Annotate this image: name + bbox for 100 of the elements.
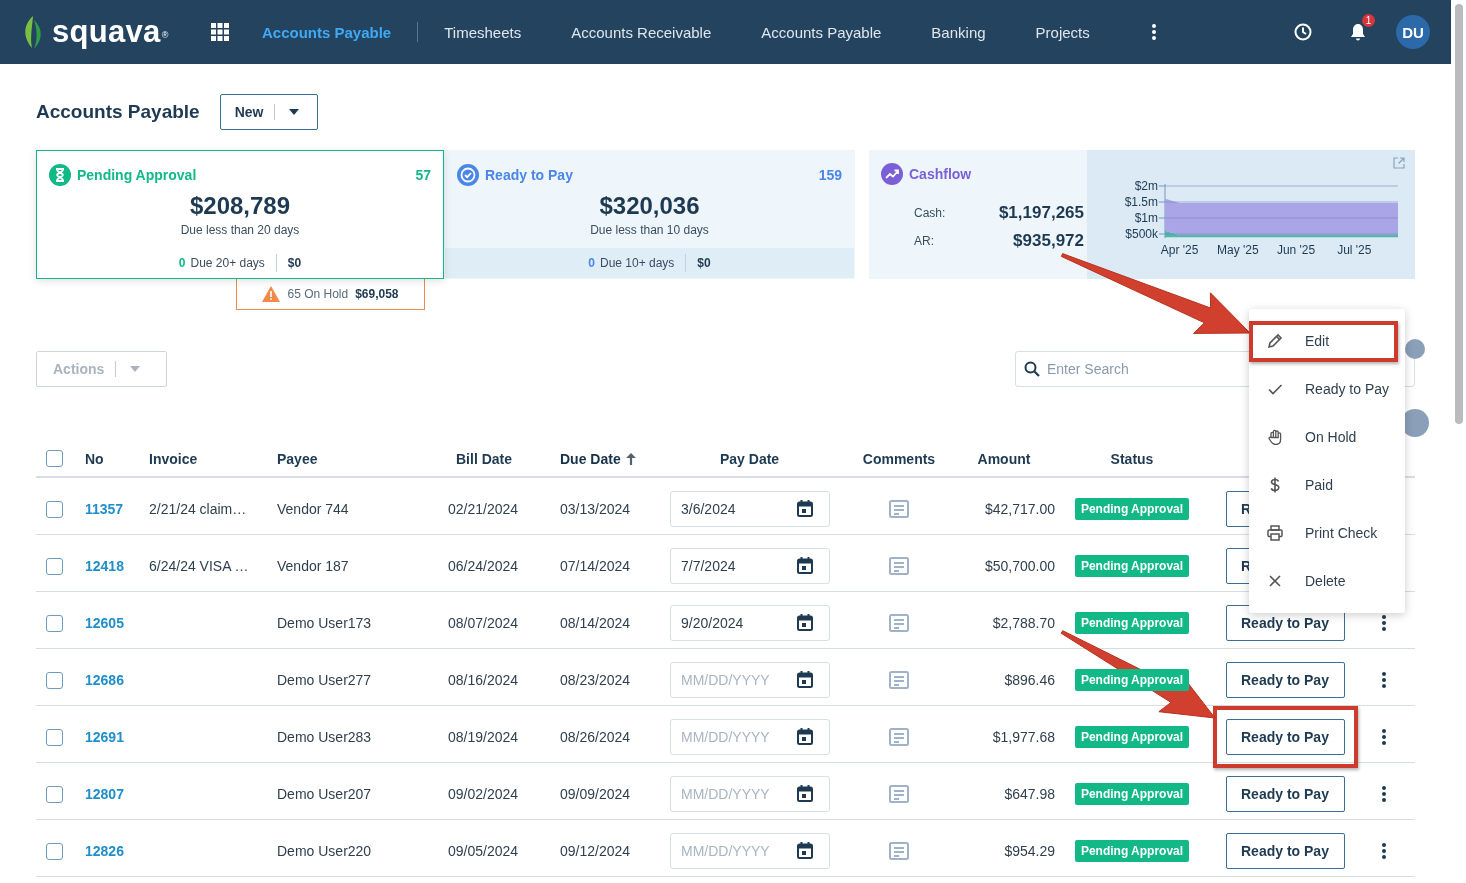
more-options-icon[interactable] bbox=[1382, 672, 1386, 688]
calendar-icon[interactable] bbox=[797, 842, 813, 859]
bill-number-link[interactable]: 12605 bbox=[85, 615, 124, 631]
due-date: 09/12/2024 bbox=[560, 843, 631, 859]
external-link-icon[interactable] bbox=[1393, 157, 1405, 169]
column-header[interactable]: Bill Date bbox=[456, 450, 512, 467]
payee-name: Demo User207 bbox=[277, 786, 372, 802]
bell-icon[interactable] bbox=[1350, 23, 1366, 41]
more-options-icon[interactable] bbox=[1382, 786, 1386, 802]
on-hold-bar[interactable]: 65 On Hold $69,058 bbox=[236, 279, 425, 310]
column-header[interactable]: Comments bbox=[862, 450, 936, 467]
comment-note-icon[interactable] bbox=[889, 728, 909, 746]
nav-tab[interactable]: Projects bbox=[1035, 23, 1090, 41]
checkbox[interactable] bbox=[46, 728, 63, 746]
nav-tab[interactable]: Timesheets bbox=[444, 23, 522, 41]
nav-tab[interactable]: Accounts Payable bbox=[262, 23, 392, 41]
checkbox[interactable] bbox=[46, 450, 63, 467]
scrollbar[interactable] bbox=[1455, 4, 1463, 424]
nav-tab[interactable]: Accounts Receivable bbox=[571, 23, 712, 41]
checkbox[interactable] bbox=[46, 671, 63, 689]
column-header[interactable]: Invoice bbox=[149, 450, 198, 467]
apps-grid-icon[interactable] bbox=[211, 23, 229, 41]
axis-tick-label: Jun '25 bbox=[1276, 243, 1316, 258]
axis-tick-label: $2m bbox=[1134, 179, 1158, 193]
column-header[interactable]: Payee bbox=[277, 450, 318, 467]
ready-to-pay-button[interactable]: Ready to Pay bbox=[1226, 776, 1345, 812]
amount: $954.29 bbox=[1004, 843, 1055, 859]
menu-item[interactable]: Delete bbox=[1249, 557, 1405, 605]
calendar-icon[interactable] bbox=[797, 557, 813, 574]
axis-tick-label: $1.5m bbox=[1124, 195, 1158, 209]
nav-tab[interactable]: Accounts Payable bbox=[761, 23, 882, 41]
axis-tick-label: $500k bbox=[1125, 227, 1158, 241]
bill-number-link[interactable]: 12418 bbox=[85, 558, 124, 574]
notification-badge: 1 bbox=[1362, 14, 1375, 27]
date-field[interactable]: 9/20/2024 bbox=[670, 605, 830, 641]
bill-number-link[interactable]: 12826 bbox=[85, 843, 124, 859]
comment-note-icon[interactable] bbox=[889, 557, 909, 575]
comment-note-icon[interactable] bbox=[889, 785, 909, 803]
comment-note-icon[interactable] bbox=[889, 500, 909, 518]
summary-card[interactable]: Pending Approval 57 $208,789 Due less than 20 days 0 Due 20+ days $0 bbox=[36, 150, 444, 279]
date-field[interactable]: MM/DD/YYYY bbox=[670, 719, 830, 755]
comment-note-icon[interactable] bbox=[889, 671, 909, 689]
nav-tab[interactable]: Banking bbox=[931, 23, 986, 41]
checkbox[interactable] bbox=[46, 842, 63, 860]
ready-to-pay-button[interactable]: Ready to Pay bbox=[1226, 833, 1345, 869]
comment-note-icon[interactable] bbox=[889, 614, 909, 632]
checkbox[interactable] bbox=[46, 500, 63, 518]
new-button[interactable]: New bbox=[219, 94, 318, 130]
calendar-icon[interactable] bbox=[797, 728, 813, 745]
invoice-text: 2/21/24 claim… bbox=[149, 501, 247, 517]
calendar-icon[interactable] bbox=[797, 614, 813, 631]
menu-item[interactable]: On Hold bbox=[1249, 413, 1405, 461]
more-options-icon[interactable] bbox=[1382, 843, 1386, 859]
card-title: Ready to Pay bbox=[485, 167, 573, 183]
sort-arrow-icon[interactable] bbox=[625, 452, 636, 465]
more-options-icon[interactable] bbox=[1382, 615, 1386, 631]
date-field[interactable]: MM/DD/YYYY bbox=[670, 833, 830, 869]
calendar-icon[interactable] bbox=[797, 785, 813, 802]
page-title: Accounts Payable bbox=[36, 101, 200, 123]
due-date: 08/14/2024 bbox=[560, 615, 631, 631]
calendar-icon[interactable] bbox=[797, 671, 813, 688]
status-badge: Pending Approval bbox=[1074, 498, 1190, 520]
calendar-icon[interactable] bbox=[797, 500, 813, 517]
date-field[interactable]: 3/6/2024 bbox=[670, 491, 830, 527]
checkbox[interactable] bbox=[46, 614, 63, 632]
menu-item[interactable]: Print Check bbox=[1249, 509, 1405, 557]
menu-item[interactable]: Paid bbox=[1249, 461, 1405, 509]
card-count: 159 bbox=[818, 167, 842, 183]
column-header[interactable]: Status bbox=[1110, 450, 1154, 467]
more-menu-icon[interactable] bbox=[1151, 24, 1156, 40]
bill-number-link[interactable]: 12807 bbox=[85, 786, 124, 802]
column-header[interactable]: Due Date bbox=[560, 450, 636, 467]
bill-date: 09/05/2024 bbox=[448, 843, 519, 859]
bill-number-link[interactable]: 12686 bbox=[85, 672, 124, 688]
bill-number-link[interactable]: 12691 bbox=[85, 729, 124, 745]
ready-to-pay-button[interactable]: Ready to Pay bbox=[1226, 662, 1345, 698]
bill-date: 09/02/2024 bbox=[448, 786, 519, 802]
column-header[interactable]: No bbox=[85, 450, 104, 467]
date-field[interactable]: 7/7/2024 bbox=[670, 548, 830, 584]
column-header[interactable]: Amount bbox=[977, 450, 1031, 467]
date-field[interactable]: MM/DD/YYYY bbox=[670, 662, 830, 698]
check-circle-icon bbox=[457, 164, 479, 186]
round-button[interactable] bbox=[1405, 339, 1425, 359]
comment-note-icon[interactable] bbox=[889, 842, 909, 860]
bill-number-link[interactable]: 11357 bbox=[85, 501, 124, 517]
summary-card[interactable]: Ready to Pay 159 $320,036 Due less than 10 days 0 Due 10+ days $0 bbox=[444, 150, 855, 279]
bill-date: 08/16/2024 bbox=[448, 672, 519, 688]
user-avatar[interactable]: DU bbox=[1396, 15, 1430, 49]
checkbox[interactable] bbox=[46, 557, 63, 575]
column-header[interactable]: Pay Date bbox=[720, 450, 780, 467]
checkbox[interactable] bbox=[46, 785, 63, 803]
cash-value: $1,197,265 bbox=[997, 203, 1084, 223]
clock-icon[interactable] bbox=[1294, 23, 1312, 41]
payee-name: Demo User283 bbox=[277, 729, 372, 745]
status-badge: Pending Approval bbox=[1074, 555, 1190, 577]
due-date: 03/13/2024 bbox=[560, 501, 631, 517]
ready-to-pay-button[interactable]: Ready to Pay bbox=[1226, 719, 1345, 755]
more-options-icon[interactable] bbox=[1382, 729, 1386, 745]
bill-date: 08/07/2024 bbox=[448, 615, 519, 631]
date-field[interactable]: MM/DD/YYYY bbox=[670, 776, 830, 812]
